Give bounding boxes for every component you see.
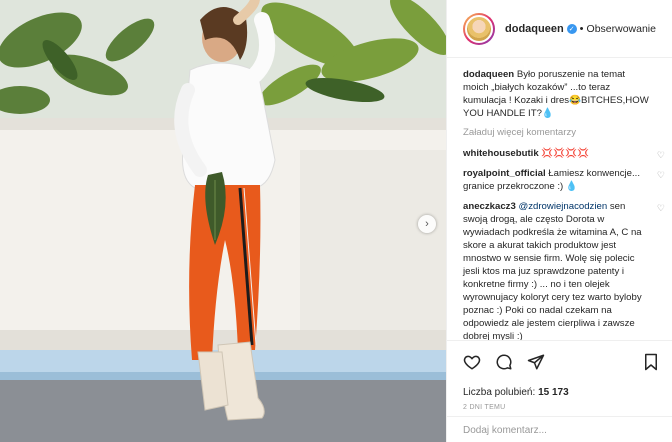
comment-item: whitehousebutik 💢💢💢💢 ♡: [463, 147, 665, 160]
verified-badge-icon: ✓: [566, 23, 577, 34]
caption-username[interactable]: dodaqueen: [463, 69, 514, 80]
comment-item: aneczkacz3 @zdrowiejnacodzien sen swoją …: [463, 200, 665, 340]
likes-count[interactable]: Liczba polubień: 15 173: [463, 387, 659, 398]
post-date: 2 DNI TEMU: [463, 404, 506, 411]
bookmark-icon[interactable]: [643, 353, 659, 371]
add-comment-bar: [447, 416, 672, 442]
post-actions: Liczba polubień: 15 173 2 DNI TEMU: [447, 340, 672, 420]
follow-button[interactable]: Obserwowanie: [587, 23, 656, 35]
comment-mention-link[interactable]: @zdrowiejnacodzien: [518, 201, 607, 212]
comment-like-heart-icon[interactable]: ♡: [657, 149, 665, 162]
post-photo[interactable]: ›: [0, 0, 446, 442]
comment-username[interactable]: aneczkacz3: [463, 201, 516, 212]
comment-username[interactable]: whitehousebutik: [463, 148, 539, 159]
comments-list[interactable]: dodaqueen Było poruszenie na temat moich…: [447, 58, 672, 340]
post-header: dodaqueen ✓ • Obserwowanie: [447, 0, 672, 58]
carousel-next-button[interactable]: ›: [418, 215, 436, 233]
likes-number: 15 173: [538, 387, 569, 398]
comment-text: 💢💢💢💢: [541, 148, 590, 159]
likes-label: Liczba polubień:: [463, 387, 536, 398]
post-details-panel: dodaqueen ✓ • Obserwowanie dodaqueen Był…: [446, 0, 672, 442]
load-more-comments-button[interactable]: Załaduj więcej komentarzy: [463, 127, 665, 138]
header-separator: •: [579, 22, 584, 35]
comment-username[interactable]: royalpoint_official: [463, 168, 546, 179]
comment-item: royalpoint_official Łamiesz konwencje...…: [463, 167, 665, 193]
comment-like-heart-icon[interactable]: ♡: [657, 202, 665, 215]
heart-icon[interactable]: [463, 353, 481, 371]
post-username[interactable]: dodaqueen: [505, 23, 564, 35]
photo-illustration: [0, 0, 446, 442]
avatar[interactable]: [463, 12, 495, 45]
chevron-right-icon: ›: [425, 217, 429, 230]
action-icons-row: [463, 351, 659, 373]
comment-input[interactable]: [463, 425, 657, 436]
comment-icon[interactable]: [495, 353, 513, 371]
comment-like-heart-icon[interactable]: ♡: [657, 169, 665, 182]
caption: dodaqueen Było poruszenie na temat moich…: [463, 68, 665, 120]
comment-text: sen swoją drogą, ale często Dorota w wyw…: [463, 201, 642, 340]
share-icon[interactable]: [527, 353, 545, 371]
